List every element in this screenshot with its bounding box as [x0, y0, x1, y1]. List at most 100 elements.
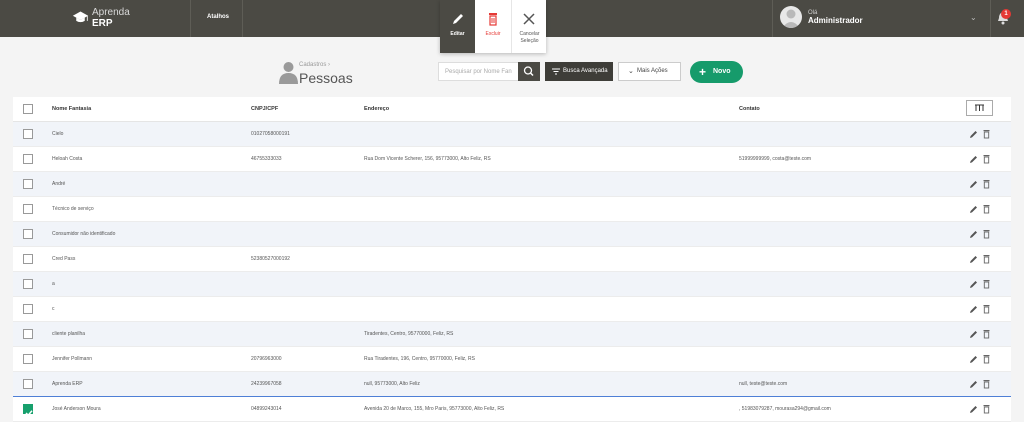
cell-contact: , 51983079287, mourasa294@gmail.com: [739, 406, 831, 412]
breadcrumb-item[interactable]: Cadastros: [299, 62, 326, 68]
pencil-icon[interactable]: [969, 179, 978, 189]
graduation-cap-icon: [72, 11, 89, 23]
cell-contact: 51999999999, costa@teste.com: [739, 156, 812, 162]
chevron-down-icon: ⌄: [628, 68, 634, 75]
row-actions: [969, 404, 991, 414]
close-icon: [523, 13, 535, 25]
table-row[interactable]: cliente planilha Tiradentes, Centro, 9577…: [13, 322, 1011, 347]
row-checkbox[interactable]: [23, 154, 33, 164]
row-checkbox[interactable]: [23, 354, 33, 364]
pencil-icon[interactable]: [969, 154, 978, 164]
pencil-icon[interactable]: [969, 279, 978, 289]
row-actions: [969, 254, 991, 264]
table-row[interactable]: c: [13, 297, 1011, 322]
trash-icon[interactable]: [982, 229, 991, 239]
app-logo[interactable]: Aprenda ERP: [72, 6, 162, 32]
pencil-icon[interactable]: [969, 204, 978, 214]
column-header-cnpj[interactable]: CNPJ/CPF: [251, 106, 278, 112]
row-checkbox[interactable]: [23, 129, 33, 139]
table-row[interactable]: Técnico de serviço: [13, 197, 1011, 222]
row-checkbox[interactable]: [23, 304, 33, 314]
cell-address: Tiradentes, Centro, 95770000, Feliz, RS: [364, 331, 454, 337]
search-button[interactable]: [518, 62, 540, 81]
cancel-label-line2: Seleção: [520, 38, 539, 44]
cell-name: Técnico de serviço: [52, 206, 94, 212]
pencil-icon[interactable]: [969, 229, 978, 239]
pencil-icon[interactable]: [969, 254, 978, 264]
trash-icon[interactable]: [982, 129, 991, 139]
table-row[interactable]: Heloah Costa 46755333033 Rua Dom Vicente S…: [13, 147, 1011, 172]
person-icon: [279, 62, 298, 84]
pencil-icon[interactable]: [969, 379, 978, 389]
pencil-icon[interactable]: [969, 354, 978, 364]
more-actions-button[interactable]: ⌄ Mais Ações: [618, 62, 681, 81]
new-button[interactable]: + Novo: [690, 61, 743, 83]
row-actions: [969, 329, 991, 339]
cell-contact: null, teste@teste.com: [739, 381, 788, 387]
breadcrumb[interactable]: Cadastros ›: [299, 62, 330, 68]
chevron-down-icon: ⌄: [970, 13, 977, 22]
row-checkbox[interactable]: [23, 229, 33, 239]
table-row[interactable]: Cielo 01027058000191: [13, 122, 1011, 147]
trash-icon[interactable]: [982, 329, 991, 339]
table-row[interactable]: Jennifer Pollmann 20796963000 Rua Tiradent…: [13, 347, 1011, 372]
table-row[interactable]: André: [13, 172, 1011, 197]
trash-icon[interactable]: [982, 254, 991, 264]
cell-name: a: [52, 281, 55, 287]
table-row[interactable]: Aprenda ERP 24239967058 null, 95773000, Al…: [13, 372, 1011, 397]
new-label: Novo: [713, 68, 731, 75]
column-header-contact[interactable]: Contato: [739, 106, 760, 112]
row-actions: [969, 354, 991, 364]
table-row[interactable]: José Anderson Moura 04899243014 Avenida 20…: [13, 396, 1011, 422]
divider: [242, 0, 243, 37]
pencil-icon: [453, 14, 463, 24]
pencil-icon[interactable]: [969, 329, 978, 339]
table-row[interactable]: a: [13, 272, 1011, 297]
cell-address: Avenida 20 de Marco, 155, Mro Paris, 957…: [364, 406, 505, 412]
trash-icon[interactable]: [982, 279, 991, 289]
divider: [190, 0, 191, 37]
cell-name: c: [52, 306, 55, 312]
pencil-icon[interactable]: [969, 304, 978, 314]
cell-address: Rua Dom Vicente Scherer, 156, 95773000, …: [364, 156, 491, 162]
trash-icon[interactable]: [982, 154, 991, 164]
user-silhouette-icon: [782, 9, 800, 28]
row-checkbox[interactable]: [23, 404, 33, 417]
advanced-search-button[interactable]: Busca Avançada: [545, 62, 613, 81]
app-name-line2: ERP: [92, 18, 113, 29]
trash-icon[interactable]: [982, 379, 991, 389]
table-header: Nome Fantasia CNPJ/CPF Endereço Contato: [13, 97, 1011, 122]
table-row[interactable]: Cred Pass 52380527000192: [13, 247, 1011, 272]
pencil-icon[interactable]: [969, 129, 978, 139]
column-header-address[interactable]: Endereço: [364, 106, 389, 112]
trash-icon[interactable]: [982, 354, 991, 364]
app-name-line1: Aprenda: [92, 7, 130, 18]
user-menu[interactable]: Olá Administrador ⌄: [772, 0, 991, 37]
row-checkbox[interactable]: [23, 279, 33, 289]
row-checkbox[interactable]: [23, 379, 33, 389]
cell-name: José Anderson Moura: [52, 406, 101, 412]
search-input[interactable]: Pesquisar por Nome Fan: [438, 62, 518, 81]
select-all-checkbox[interactable]: [23, 104, 33, 114]
more-actions-label: Mais Ações: [637, 68, 668, 74]
table-row[interactable]: Consumidor não identificado: [13, 222, 1011, 247]
shortcuts-menu[interactable]: Atalhos: [207, 14, 229, 20]
pencil-icon[interactable]: [969, 404, 978, 414]
trash-icon[interactable]: [982, 204, 991, 214]
row-checkbox[interactable]: [23, 329, 33, 339]
trash-icon[interactable]: [982, 179, 991, 189]
cell-name: Cielo: [52, 131, 64, 137]
edit-button[interactable]: Editar: [440, 0, 475, 53]
row-checkbox[interactable]: [23, 254, 33, 264]
cell-cnpj: 20796963000: [251, 356, 282, 362]
trash-icon[interactable]: [982, 304, 991, 314]
column-settings-button[interactable]: [966, 100, 993, 116]
cancel-selection-button[interactable]: Cancelar Seleção: [511, 0, 547, 53]
column-header-name[interactable]: Nome Fantasia: [52, 106, 91, 112]
page-title: Pessoas: [299, 70, 353, 86]
row-checkbox[interactable]: [23, 179, 33, 189]
delete-button[interactable]: Excluir: [475, 0, 511, 53]
row-checkbox[interactable]: [23, 204, 33, 214]
plus-icon: +: [699, 65, 707, 79]
trash-icon[interactable]: [982, 404, 991, 414]
